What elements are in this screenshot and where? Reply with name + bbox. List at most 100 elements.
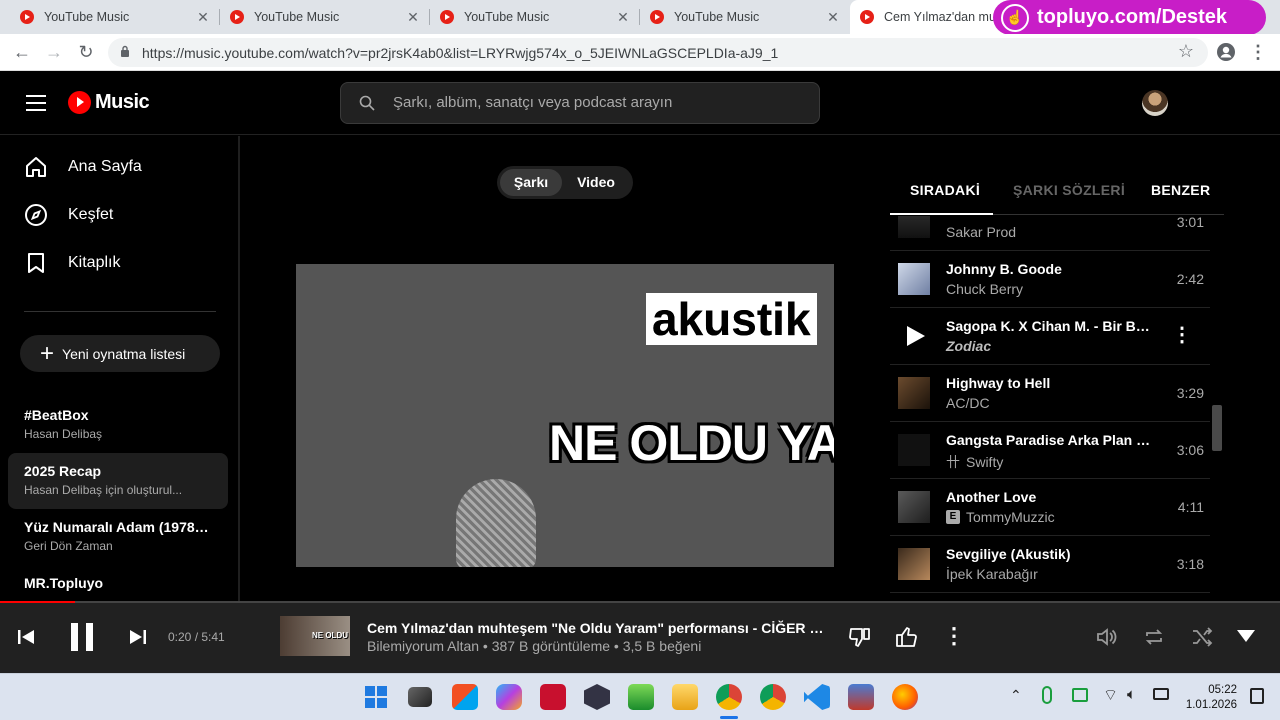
playlist-item[interactable]: MR.Topluyo <box>8 565 228 601</box>
track-thumbnail <box>898 377 930 409</box>
queue-item[interactable]: Sagopa K. X Cihan M. - Bir Bey... Zodiac… <box>890 308 1210 365</box>
search-input[interactable]: Şarkı, albüm, sanatçı veya podcast arayı… <box>340 82 820 124</box>
progress-bar[interactable] <box>0 601 1280 603</box>
hexagon-app-icon[interactable] <box>584 684 610 710</box>
tab-title: YouTube Music <box>44 10 130 24</box>
youtube-music-favicon-icon <box>650 10 664 24</box>
art-caption-main: NE OLDU YARAM <box>549 415 834 471</box>
clock-date: 1.01.2026 <box>1185 699 1237 711</box>
browser-tab[interactable]: YouTube Music ✕ <box>10 0 220 34</box>
queue-item[interactable]: Sevgiliye (Akustik) İpek Karabağır 3:18 <box>890 536 1210 593</box>
file-explorer-icon[interactable] <box>672 684 698 710</box>
queue-item[interactable]: Highway to Hell AC/DC 3:29 <box>890 365 1210 422</box>
expand-player-icon[interactable] <box>1236 629 1256 643</box>
new-playlist-label: Yeni oynatma listesi <box>62 345 186 362</box>
repeat-icon[interactable] <box>1142 625 1166 649</box>
firefox-icon[interactable] <box>892 684 918 710</box>
play-icon[interactable] <box>898 320 930 352</box>
hamburger-menu-icon[interactable] <box>26 95 46 111</box>
copilot-icon[interactable] <box>496 684 522 710</box>
url-text: https://music.youtube.com/watch?v=pr2jrs… <box>142 45 779 61</box>
reload-icon[interactable]: ↻ <box>74 40 98 64</box>
tab-related[interactable]: BENZER <box>1151 182 1210 198</box>
sidebar-item-explore[interactable]: Keşfet <box>24 203 113 227</box>
track-duration: 3:29 <box>1176 385 1204 401</box>
new-playlist-button[interactable]: + Yeni oynatma listesi <box>20 335 220 372</box>
queue-item[interactable]: Sakar Prod 3:01 <box>890 216 1210 251</box>
back-icon[interactable]: ← <box>10 40 34 64</box>
track-title: Sevgiliye (Akustik) <box>946 546 1071 562</box>
battery-icon[interactable] <box>1153 688 1169 700</box>
store-icon[interactable] <box>452 684 478 710</box>
browser-tab[interactable]: YouTube Music ✕ <box>430 0 640 34</box>
player-bar: 0:20 / 5:41 NE OLDU YA Cem Yılmaz'dan mu… <box>0 601 1280 673</box>
active-tab-indicator <box>890 213 993 215</box>
notification-icon[interactable] <box>1250 688 1264 704</box>
vscode-icon[interactable] <box>804 684 830 710</box>
tab-video[interactable]: Video <box>565 169 627 196</box>
amd-icon[interactable] <box>540 684 566 710</box>
installer-icon[interactable] <box>848 684 874 710</box>
track-artist: AC/DC <box>946 395 990 411</box>
playlist-subtitle: Geri Dön Zaman <box>24 539 113 553</box>
close-tab-icon[interactable]: ✕ <box>196 9 210 26</box>
shuffle-icon[interactable] <box>1190 625 1214 649</box>
battery-saver-icon[interactable] <box>1072 688 1088 702</box>
pause-icon[interactable] <box>68 621 96 653</box>
close-tab-icon[interactable]: ✕ <box>616 9 630 26</box>
playlist-title: 2025 Recap <box>24 463 102 479</box>
playlist-item[interactable]: 2025 Recap Hasan Delibaş için oluşturul.… <box>8 453 228 509</box>
more-options-icon[interactable]: ⋮ <box>1172 322 1192 347</box>
next-icon[interactable] <box>128 627 148 647</box>
now-playing-thumbnail[interactable]: NE OLDU YA <box>280 616 350 656</box>
playlist-title: MR.Topluyo <box>24 575 104 591</box>
chrome-icon[interactable] <box>716 684 742 710</box>
microphone-icon[interactable] <box>1042 686 1052 704</box>
track-artist: Zodiac <box>946 338 992 354</box>
track-title: Sagopa K. X Cihan M. - Bir Bey... <box>946 318 1156 334</box>
close-tab-icon[interactable]: ✕ <box>406 9 420 26</box>
browser-tab[interactable]: YouTube Music ✕ <box>220 0 430 34</box>
previous-icon[interactable] <box>16 627 36 647</box>
tab-lyrics[interactable]: ŞARKI SÖZLERİ <box>1013 182 1125 198</box>
os-taskbar: ⌃ ⌔ 🔈︎ 05:22 1.01.2026 <box>0 673 1280 720</box>
dislike-icon[interactable] <box>848 625 872 649</box>
browser-tab[interactable]: YouTube Music ✕ <box>640 0 850 34</box>
windows-start-icon[interactable] <box>363 684 389 710</box>
playlist-item[interactable]: #BeatBox Hasan Delibaş <box>8 397 228 453</box>
bluestacks-icon[interactable] <box>628 684 654 710</box>
bookmark-star-icon[interactable]: ☆ <box>1178 41 1194 62</box>
more-options-icon[interactable]: ⋮ <box>943 623 965 649</box>
queue-item[interactable]: Another Love E TommyMuzzic 4:11 <box>890 479 1210 536</box>
sidebar-item-home[interactable]: Ana Sayfa <box>24 155 142 179</box>
queue-item[interactable]: Johnny B. Goode Chuck Berry 2:42 <box>890 251 1210 308</box>
track-artist: Swifty <box>966 454 1004 470</box>
track-artist: TommyMuzzic <box>966 509 1055 525</box>
close-tab-icon[interactable]: ✕ <box>826 9 840 26</box>
queue-item[interactable]: Gangsta Paradise Arka Plan M... 卄 Swifty… <box>890 422 1210 479</box>
browser-toolbar: ← → ↻ https://music.youtube.com/watch?v=… <box>0 34 1280 71</box>
volume-icon[interactable] <box>1094 625 1118 649</box>
forward-icon[interactable]: → <box>42 40 66 64</box>
browser-menu-icon[interactable]: ⋮ <box>1246 40 1270 64</box>
chevron-up-icon[interactable]: ⌃ <box>1010 687 1022 704</box>
tab-up-next[interactable]: SIRADAKİ <box>910 182 980 198</box>
avatar[interactable] <box>1142 90 1168 116</box>
like-icon[interactable] <box>894 625 918 649</box>
tab-title: YouTube Music <box>464 10 550 24</box>
now-playing-title[interactable]: Cem Yılmaz'dan muhteşem "Ne Oldu Yaram" … <box>367 620 827 636</box>
youtube-music-logo[interactable]: Music <box>68 91 150 114</box>
task-view-icon[interactable] <box>408 687 432 707</box>
clock[interactable]: 05:22 1.01.2026 <box>1185 683 1237 713</box>
wifi-icon[interactable]: ⌔ <box>1103 685 1118 705</box>
playlist-item[interactable]: Yüz Numaralı Adam (1978) F... Geri Dön Z… <box>8 509 228 565</box>
queue-scrollbar[interactable] <box>1212 405 1222 451</box>
speaker-icon[interactable]: 🔈︎ <box>1127 686 1136 703</box>
chrome-icon[interactable] <box>760 684 786 710</box>
sidebar-item-library[interactable]: Kitaplık <box>24 251 120 275</box>
address-bar[interactable]: https://music.youtube.com/watch?v=pr2jrs… <box>108 38 1208 67</box>
now-playing-subtitle[interactable]: Bilemiyorum Altan • 387 B görüntüleme • … <box>367 638 701 654</box>
track-duration: 3:01 <box>1176 216 1204 230</box>
tab-song[interactable]: Şarkı <box>500 169 562 196</box>
profile-icon[interactable] <box>1216 42 1236 62</box>
